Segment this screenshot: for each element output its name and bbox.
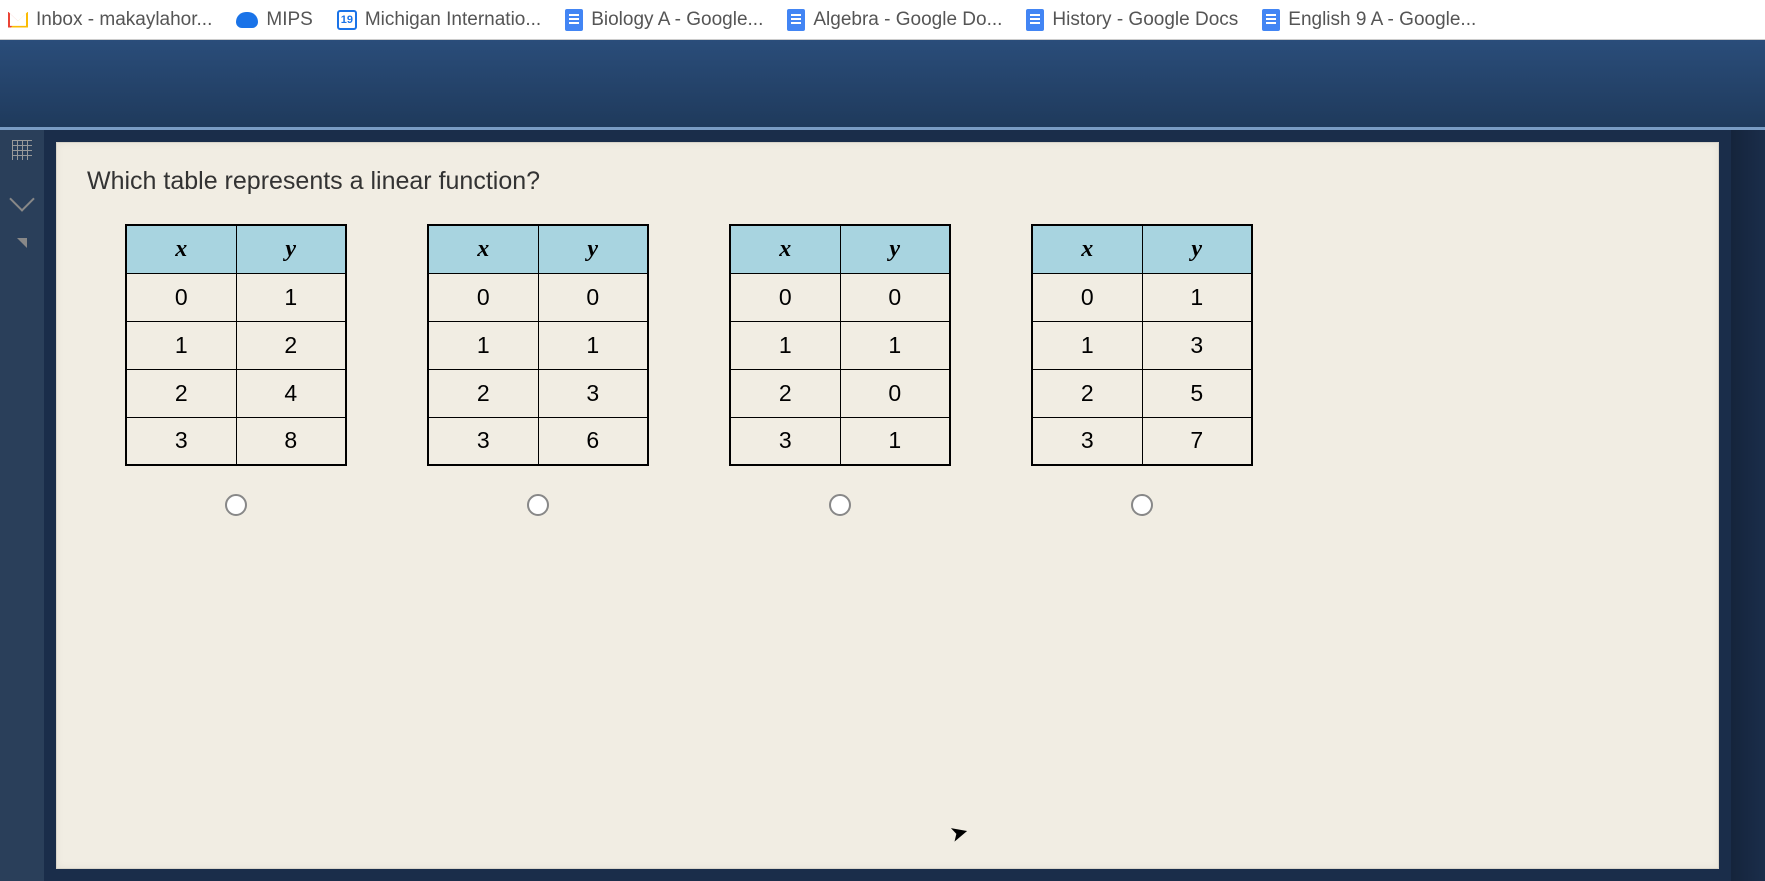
cell: 3 — [730, 417, 840, 465]
cell: 0 — [1032, 273, 1142, 321]
cell: 0 — [840, 273, 950, 321]
option-2: x y 00 11 23 36 — [427, 224, 649, 516]
bookmark-label: Biology A - Google... — [591, 9, 763, 31]
cell: 3 — [1142, 321, 1252, 369]
header-y: y — [1142, 225, 1252, 273]
bookmark-algebra[interactable]: Algebra - Google Do... — [787, 9, 1002, 31]
options-row: x y 01 12 24 38 x y 00 11 — [87, 224, 1688, 516]
table-3: x y 00 11 20 31 — [729, 224, 951, 466]
cell: 1 — [236, 273, 346, 321]
cell: 7 — [1142, 417, 1252, 465]
bookmark-label: English 9 A - Google... — [1288, 9, 1476, 31]
bookmark-michigan[interactable]: 19 Michigan Internatio... — [337, 9, 541, 31]
content-wrapper: Which table represents a linear function… — [0, 130, 1765, 881]
bookmark-history[interactable]: History - Google Docs — [1026, 9, 1238, 31]
cell: 3 — [428, 417, 538, 465]
cell: 0 — [538, 273, 648, 321]
radio-option-4[interactable] — [1131, 494, 1153, 516]
cell: 1 — [538, 321, 648, 369]
pencil-icon[interactable] — [9, 186, 34, 211]
docs-icon — [565, 9, 583, 31]
bookmark-label: MIPS — [266, 9, 312, 31]
cell: 6 — [538, 417, 648, 465]
app-header-bar — [0, 40, 1765, 130]
cell: 0 — [730, 273, 840, 321]
table-1: x y 01 12 24 38 — [125, 224, 347, 466]
cell: 2 — [126, 369, 236, 417]
cell: 0 — [126, 273, 236, 321]
bookmark-label: Inbox - makaylahor... — [36, 9, 212, 31]
cell: 2 — [428, 369, 538, 417]
bookmark-inbox[interactable]: Inbox - makaylahor... — [8, 9, 212, 31]
radio-option-1[interactable] — [225, 494, 247, 516]
cell: 5 — [1142, 369, 1252, 417]
header-x: x — [428, 225, 538, 273]
cell: 1 — [1032, 321, 1142, 369]
bookmark-label: History - Google Docs — [1052, 9, 1238, 31]
bookmark-mips[interactable]: MIPS — [236, 9, 312, 31]
cell: 1 — [428, 321, 538, 369]
docs-icon — [1026, 9, 1044, 31]
cell: 0 — [840, 369, 950, 417]
cell: 1 — [840, 417, 950, 465]
bookmark-biology[interactable]: Biology A - Google... — [565, 9, 763, 31]
cell: 2 — [1032, 369, 1142, 417]
cell: 2 — [236, 321, 346, 369]
bookmark-label: Algebra - Google Do... — [813, 9, 1002, 31]
header-x: x — [1032, 225, 1142, 273]
cell: 3 — [538, 369, 648, 417]
cell: 1 — [1142, 273, 1252, 321]
bookmarks-bar: Inbox - makaylahor... MIPS 19 Michigan I… — [0, 0, 1765, 40]
option-3: x y 00 11 20 31 — [729, 224, 951, 516]
cell: 3 — [126, 417, 236, 465]
cell: 1 — [126, 321, 236, 369]
cell: 2 — [730, 369, 840, 417]
bookmark-english[interactable]: English 9 A - Google... — [1262, 9, 1476, 31]
cell: 3 — [1032, 417, 1142, 465]
question-text: Which table represents a linear function… — [87, 167, 1688, 196]
table-4: x y 01 13 25 37 — [1031, 224, 1253, 466]
bookmark-label: Michigan Internatio... — [365, 9, 541, 31]
header-y: y — [236, 225, 346, 273]
cell: 1 — [840, 321, 950, 369]
question-panel: Which table represents a linear function… — [56, 142, 1719, 869]
radio-option-3[interactable] — [829, 494, 851, 516]
docs-icon — [787, 9, 805, 31]
option-1: x y 01 12 24 38 — [125, 224, 347, 516]
docs-icon — [1262, 9, 1280, 31]
calendar-icon: 19 — [337, 10, 357, 30]
triangle-icon[interactable] — [17, 238, 27, 248]
radio-option-2[interactable] — [527, 494, 549, 516]
cloud-icon — [236, 12, 258, 28]
cell: 1 — [730, 321, 840, 369]
table-2: x y 00 11 23 36 — [427, 224, 649, 466]
header-x: x — [126, 225, 236, 273]
cell: 4 — [236, 369, 346, 417]
gmail-icon — [8, 12, 28, 28]
cell: 0 — [428, 273, 538, 321]
header-x: x — [730, 225, 840, 273]
left-toolbar — [0, 130, 44, 881]
grid-icon[interactable] — [12, 140, 32, 160]
right-shadow — [1731, 130, 1765, 881]
cell: 8 — [236, 417, 346, 465]
header-y: y — [538, 225, 648, 273]
option-4: x y 01 13 25 37 — [1031, 224, 1253, 516]
header-y: y — [840, 225, 950, 273]
